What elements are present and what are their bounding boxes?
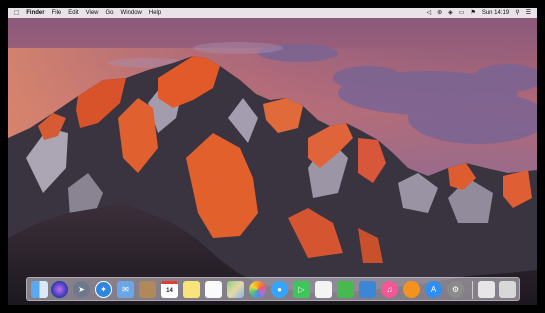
contacts-icon[interactable] bbox=[139, 281, 156, 298]
menu-file[interactable]: File bbox=[52, 10, 62, 16]
volume-icon[interactable]: ◁ bbox=[427, 8, 432, 18]
battery-icon[interactable]: ▭ bbox=[459, 8, 465, 18]
menu-app-name[interactable]: Finder bbox=[26, 10, 44, 16]
menu-go[interactable]: Go bbox=[106, 10, 114, 16]
facetime-icon[interactable]: ▷ bbox=[293, 281, 310, 298]
dock: ➤ ✦ ✉ 14 ● ▷ ♫ A ⚙ bbox=[26, 277, 520, 301]
itunes-icon[interactable]: ♫ bbox=[381, 281, 398, 298]
flag-icon[interactable]: ⚑ bbox=[470, 8, 475, 18]
system-preferences-icon[interactable]: ⚙ bbox=[447, 281, 464, 298]
downloads-icon[interactable] bbox=[478, 281, 495, 298]
sierra-wallpaper bbox=[8, 8, 537, 305]
messages-icon[interactable]: ● bbox=[271, 281, 288, 298]
menu-window[interactable]: Window bbox=[121, 10, 142, 16]
numbers-icon[interactable] bbox=[337, 281, 354, 298]
menu-bar-right: ◁ ⊛ ◈ ▭ ⚑ Sun 14:19 ⚲ ☰ bbox=[427, 8, 532, 18]
menu-view[interactable]: View bbox=[86, 10, 99, 16]
photos-icon[interactable] bbox=[249, 281, 266, 298]
menu-bar:  Finder File Edit View Go Window Help ◁… bbox=[8, 8, 537, 18]
list-icon[interactable]: ☰ bbox=[526, 8, 531, 18]
notes-icon[interactable] bbox=[183, 281, 200, 298]
apple-logo-icon[interactable]:  bbox=[14, 10, 19, 17]
safari-icon[interactable]: ✦ bbox=[95, 281, 112, 298]
dock-separator bbox=[472, 281, 473, 299]
launchpad-icon[interactable]: ➤ bbox=[73, 281, 90, 298]
calendar-day-label: 14 bbox=[166, 288, 173, 294]
siri-icon[interactable] bbox=[51, 281, 68, 298]
ibooks-icon[interactable] bbox=[403, 281, 420, 298]
app-store-icon[interactable]: A bbox=[425, 281, 442, 298]
finder-icon[interactable] bbox=[31, 281, 48, 298]
menu-clock[interactable]: Sun 14:19 bbox=[482, 10, 509, 16]
wifi-icon[interactable]: ◈ bbox=[448, 8, 453, 18]
trash-icon[interactable] bbox=[499, 281, 516, 298]
search-icon[interactable]: ⚲ bbox=[515, 8, 519, 18]
mail-icon[interactable]: ✉ bbox=[117, 281, 134, 298]
reminders-icon[interactable] bbox=[205, 281, 222, 298]
maps-icon[interactable] bbox=[227, 281, 244, 298]
menu-edit[interactable]: Edit bbox=[68, 10, 78, 16]
desktop-screen:  Finder File Edit View Go Window Help ◁… bbox=[8, 8, 537, 305]
menu-help[interactable]: Help bbox=[149, 10, 161, 16]
bluetooth-icon[interactable]: ⊛ bbox=[437, 8, 442, 18]
pages-icon[interactable] bbox=[315, 281, 332, 298]
keynote-icon[interactable] bbox=[359, 281, 376, 298]
menu-bar-left:  Finder File Edit View Go Window Help bbox=[14, 10, 161, 17]
calendar-icon[interactable]: 14 bbox=[161, 281, 178, 298]
